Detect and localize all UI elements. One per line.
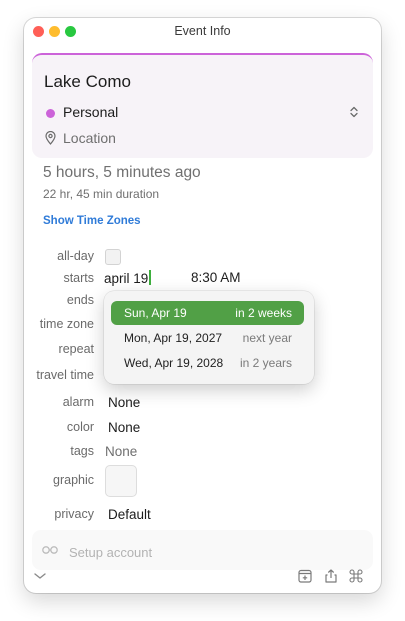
calendar-color-dot bbox=[46, 109, 55, 118]
all-day-checkbox[interactable] bbox=[105, 249, 121, 265]
color-select[interactable]: None bbox=[108, 420, 140, 435]
tags-label: tags bbox=[70, 444, 94, 458]
event-duration: 22 hr, 45 min duration bbox=[43, 187, 160, 201]
window-title: Event Info bbox=[174, 24, 231, 38]
suggestion-date: Sun, Apr 19 bbox=[124, 306, 187, 320]
travel-time-label: travel time bbox=[36, 368, 94, 382]
alarm-label: alarm bbox=[62, 395, 94, 409]
command-icon[interactable] bbox=[349, 569, 363, 583]
location-field[interactable]: Location bbox=[63, 130, 116, 146]
event-title-field[interactable]: Lake Como bbox=[44, 72, 131, 92]
tags-field[interactable]: None bbox=[105, 444, 137, 459]
date-suggestions-popup: Sun, Apr 19 in 2 weeks Mon, Apr 19, 2027… bbox=[104, 291, 314, 384]
share-icon[interactable] bbox=[324, 569, 338, 583]
suggestion-date: Mon, Apr 19, 2027 bbox=[124, 331, 223, 345]
relative-time: 5 hours, 5 minutes ago bbox=[43, 164, 201, 181]
date-suggestion-option[interactable]: Sun, Apr 19 in 2 weeks bbox=[111, 301, 304, 325]
setup-account-label: Setup account bbox=[69, 545, 153, 560]
date-suggestion-option[interactable]: Wed, Apr 19, 2028 in 2 years bbox=[111, 351, 304, 375]
glasses-icon bbox=[42, 546, 58, 554]
date-suggestion-option[interactable]: Mon, Apr 19, 2027 next year bbox=[111, 326, 304, 350]
privacy-select[interactable]: Default bbox=[108, 507, 151, 522]
event-info-window: Event Info Lake Como Personal Location 5… bbox=[24, 18, 381, 593]
starts-date-field[interactable]: april 19 bbox=[104, 270, 152, 286]
title-bar: Event Info bbox=[24, 18, 381, 45]
calendar-selector[interactable]: Personal bbox=[63, 104, 118, 120]
event-header-card: Lake Como Personal Location bbox=[32, 53, 373, 158]
starts-time-field[interactable]: 8:30 AM bbox=[191, 270, 241, 285]
suggestion-relative: in 2 years bbox=[239, 356, 292, 370]
chevron-down-icon[interactable] bbox=[34, 572, 46, 580]
up-down-chevron-icon[interactable] bbox=[349, 106, 359, 118]
suggestion-relative: in 2 weeks bbox=[235, 306, 292, 320]
add-to-calendar-icon[interactable] bbox=[298, 569, 312, 583]
bottom-toolbar bbox=[24, 566, 381, 593]
all-day-label: all-day bbox=[57, 249, 94, 263]
alarm-select[interactable]: None bbox=[108, 395, 140, 410]
repeat-label: repeat bbox=[58, 342, 94, 356]
graphic-label: graphic bbox=[53, 473, 94, 487]
privacy-label: privacy bbox=[54, 507, 94, 521]
starts-label: starts bbox=[63, 271, 94, 285]
suggestion-relative: next year bbox=[242, 331, 292, 345]
starts-date-text: april 19 bbox=[104, 271, 149, 286]
text-caret bbox=[149, 270, 152, 285]
setup-account-row[interactable]: Setup account bbox=[32, 530, 373, 570]
graphic-well[interactable] bbox=[105, 465, 137, 497]
ends-label: ends bbox=[66, 293, 94, 307]
time-zone-label: time zone bbox=[39, 317, 94, 331]
suggestion-date: Wed, Apr 19, 2028 bbox=[124, 356, 224, 370]
location-pin-icon bbox=[45, 131, 56, 145]
show-time-zones-link[interactable]: Show Time Zones bbox=[43, 215, 141, 227]
color-label: color bbox=[66, 420, 94, 434]
